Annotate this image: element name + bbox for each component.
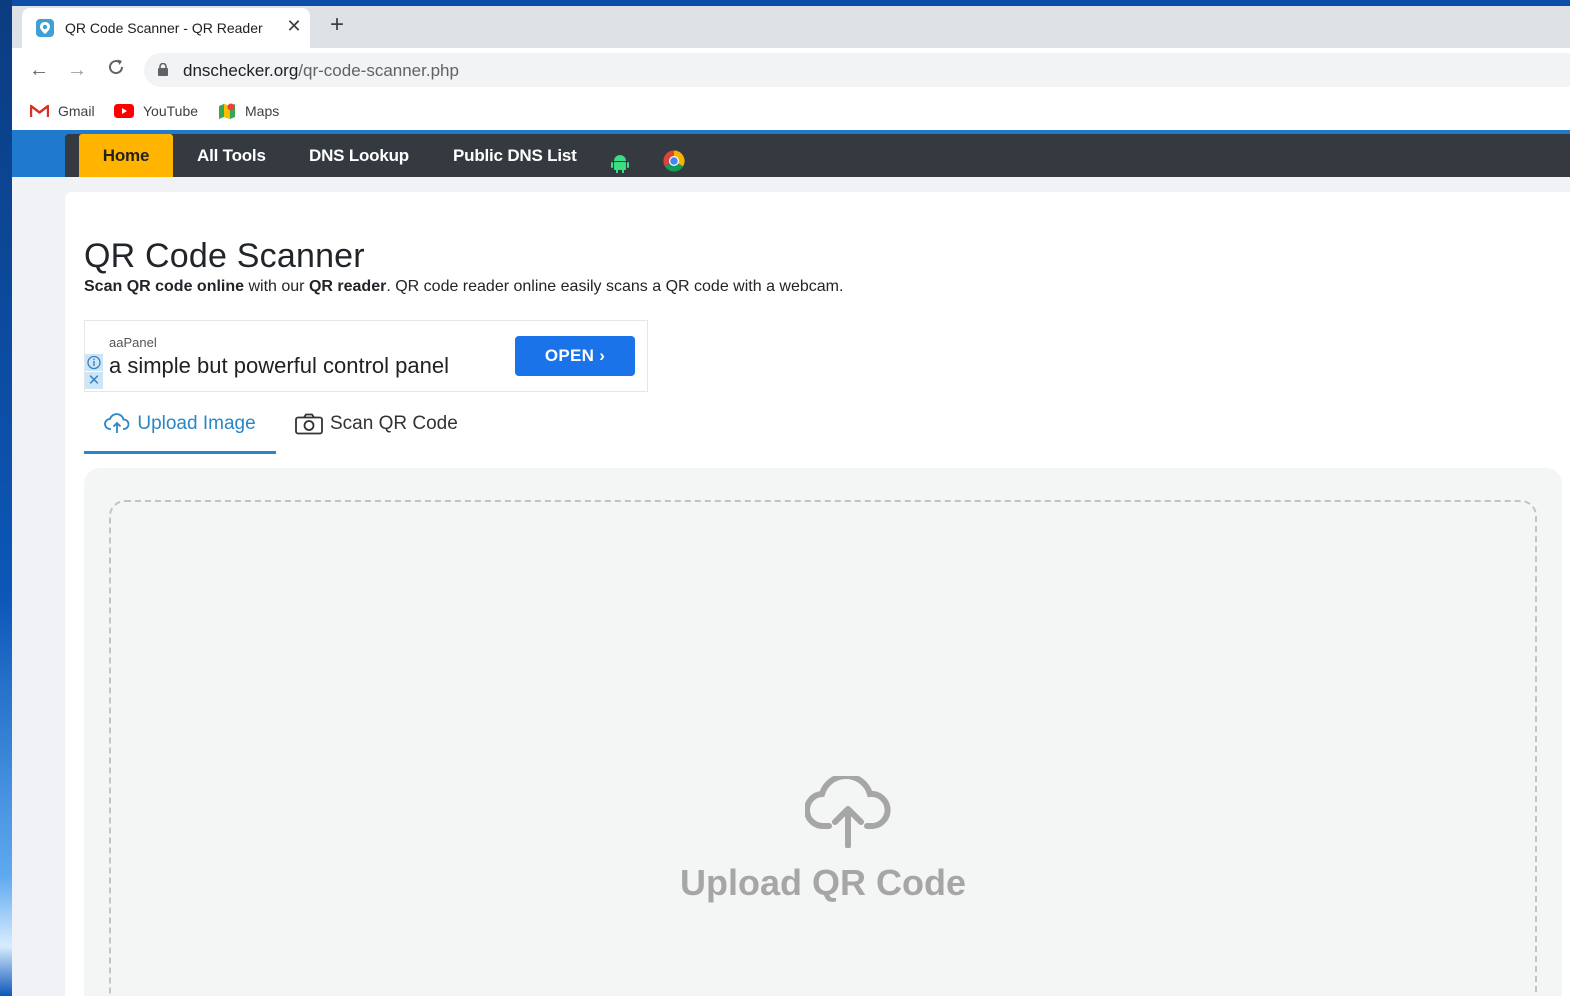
qr-dropzone[interactable]: Upload QR Code (109, 500, 1537, 996)
ad-info-icon[interactable] (85, 354, 103, 371)
back-arrow-icon[interactable]: ← (27, 58, 51, 82)
cloud-upload-icon (104, 413, 130, 433)
tab-upload-image[interactable]: Upload Image (84, 397, 276, 454)
desktop-wallpaper-left (0, 0, 12, 996)
android-icon[interactable] (611, 146, 629, 173)
tab-strip: QR Code Scanner - QR Reader ✕ + (12, 6, 1570, 48)
browser-window: QR Code Scanner - QR Reader ✕ + ← → dnsc… (12, 6, 1570, 996)
ad-brand: aaPanel (109, 335, 157, 350)
tab-title: QR Code Scanner - QR Reader (65, 20, 263, 36)
bookmark-label: Maps (245, 103, 280, 119)
content-card: QR Code Scanner Scan QR code online with… (65, 192, 1570, 996)
bookmark-gmail[interactable]: Gmail (30, 100, 95, 122)
bookmark-maps[interactable]: Maps (218, 100, 279, 122)
gmail-icon (30, 104, 49, 117)
site-favicon-icon (36, 19, 54, 37)
lock-icon (158, 63, 168, 76)
bookmarks-bar: Gmail YouTube Maps (12, 92, 1570, 130)
browser-toolbar: ← → dnschecker.org/qr-code-scanner.php (12, 48, 1570, 92)
tab-upload-label: Upload Image (137, 413, 256, 434)
cloud-upload-icon (805, 776, 891, 848)
nav-home[interactable]: Home (79, 134, 173, 177)
upload-area: Upload QR Code (84, 468, 1562, 996)
ad-open-button[interactable]: OPEN › (515, 336, 635, 376)
url-text: dnschecker.org/qr-code-scanner.php (183, 61, 459, 80)
upload-qr-label: Upload QR Code (680, 862, 966, 903)
scanner-tabs: Upload Image Scan QR Code (84, 397, 1564, 454)
reload-icon[interactable] (104, 58, 128, 82)
browser-tab[interactable]: QR Code Scanner - QR Reader ✕ (22, 8, 310, 48)
ad-banner[interactable]: aaPanel a simple but powerful control pa… (84, 320, 648, 392)
site-navbar: Home All Tools DNS Lookup Public DNS Lis… (65, 134, 1570, 177)
new-tab-button[interactable]: + (326, 13, 348, 37)
bookmark-label: Gmail (58, 103, 95, 119)
tab-scan-label: Scan QR Code (330, 413, 458, 434)
nav-all-tools[interactable]: All Tools (197, 134, 266, 177)
nav-public-dns-list[interactable]: Public DNS List (453, 134, 577, 177)
bookmark-youtube[interactable]: YouTube (114, 100, 198, 122)
nav-dns-lookup[interactable]: DNS Lookup (309, 134, 409, 177)
camera-icon (295, 413, 323, 435)
chrome-icon[interactable] (663, 145, 685, 172)
bookmark-label: YouTube (143, 103, 199, 119)
close-tab-icon[interactable]: ✕ (284, 16, 304, 36)
intro-text: Scan QR code online with our QR reader. … (84, 278, 844, 295)
address-bar[interactable]: dnschecker.org/qr-code-scanner.php (144, 53, 1570, 87)
forward-arrow-icon[interactable]: → (65, 58, 89, 82)
maps-icon (219, 103, 235, 119)
ad-headline[interactable]: a simple but powerful control panel (109, 353, 449, 379)
tab-scan-qr-code[interactable]: Scan QR Code (295, 397, 458, 451)
site-viewport: Home All Tools DNS Lookup Public DNS Lis… (12, 130, 1570, 996)
page-title: QR Code Scanner (84, 236, 365, 275)
youtube-icon (114, 104, 134, 118)
ad-close-icon[interactable]: ✕ (85, 372, 103, 389)
